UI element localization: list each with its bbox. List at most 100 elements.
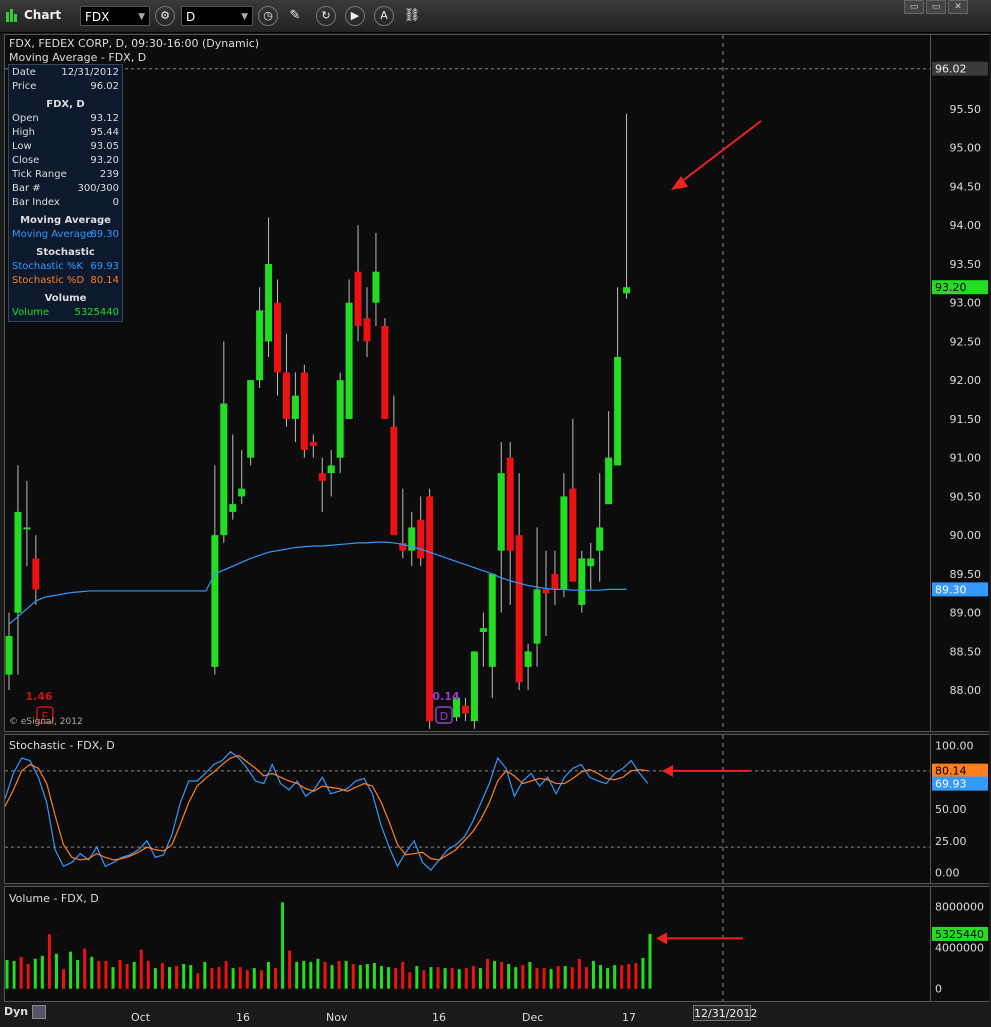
volume-bar bbox=[26, 964, 30, 989]
candle-body bbox=[596, 527, 604, 551]
volume-bar bbox=[274, 968, 278, 989]
x-tick-label: Nov bbox=[326, 1011, 348, 1024]
scale-lock-icon[interactable] bbox=[31, 1005, 46, 1019]
x-tick-label: 16 bbox=[236, 1011, 250, 1024]
maximize-window-button[interactable]: ▭ bbox=[926, 0, 946, 14]
stochastic-tick-label: 100.00 bbox=[935, 739, 974, 752]
volume-bar bbox=[132, 961, 136, 989]
dw-value: 95.44 bbox=[90, 127, 119, 138]
price-tick-label: 89.00 bbox=[950, 607, 982, 620]
candle-body bbox=[390, 426, 398, 536]
alert-icon[interactable]: A bbox=[374, 6, 394, 26]
dw-key: Tick Range bbox=[12, 169, 67, 180]
volume-bar bbox=[175, 966, 179, 989]
settings-gear-icon[interactable]: ⚙ bbox=[155, 6, 175, 26]
x-tick-label: 17 bbox=[622, 1011, 636, 1024]
draw-pencil-icon[interactable]: ✎ bbox=[286, 6, 304, 26]
volume-bar bbox=[478, 968, 482, 989]
volume-bar bbox=[203, 961, 207, 989]
volume-bar bbox=[231, 968, 235, 989]
candle-body bbox=[309, 442, 317, 447]
volume-bar bbox=[245, 970, 249, 989]
dw-key: Bar # bbox=[12, 183, 41, 194]
link-icon[interactable]: ⛓ bbox=[403, 6, 421, 26]
volume-bar bbox=[259, 970, 263, 989]
dw-stochd-row: Stochastic %D 80.14 bbox=[12, 275, 119, 289]
volume-bar bbox=[62, 969, 66, 989]
volume-axis: 0 4000000 8000000 5325440 bbox=[931, 886, 989, 1002]
volume-bar bbox=[351, 964, 355, 989]
candle-body bbox=[515, 535, 523, 683]
volume-bar bbox=[288, 950, 292, 989]
price-tick-label: 94.00 bbox=[950, 219, 982, 232]
clock-icon[interactable]: ◷ bbox=[258, 6, 278, 26]
close-window-button[interactable]: ✕ bbox=[948, 0, 968, 14]
volume-bar bbox=[210, 968, 214, 989]
dw-value: 300/300 bbox=[77, 183, 119, 194]
volume-bar bbox=[493, 960, 497, 989]
dw-high-row: High 95.44 bbox=[12, 127, 119, 141]
dw-key: Price bbox=[12, 81, 37, 92]
dw-key: Date bbox=[12, 67, 36, 78]
dw-header-stoch: Stochastic bbox=[36, 247, 95, 258]
volume-bar bbox=[620, 965, 624, 989]
dw-stochk-row: Stochastic %K 69.93 bbox=[12, 261, 119, 275]
dw-close-row: Close 93.20 bbox=[12, 155, 119, 169]
dw-ma-row: Moving Average 89.30 bbox=[12, 229, 119, 243]
interval-dropdown-icon[interactable]: ▼ bbox=[241, 7, 248, 27]
event-marker-letter: D bbox=[440, 710, 448, 723]
chart-toolbar: Chart FDX ▼ ⚙ D ▼ ◷ ✎ ↻ ▶ A ⛓ ▭ ▭ ✕ bbox=[0, 0, 991, 33]
dw-barnum-row: Bar # 300/300 bbox=[12, 183, 119, 197]
candle-body bbox=[274, 302, 281, 373]
x-tick-label: 16 bbox=[432, 1011, 446, 1024]
price-tick-label: 95.00 bbox=[950, 142, 982, 155]
symbol-dropdown-icon[interactable]: ▼ bbox=[138, 7, 145, 27]
volume-bar bbox=[238, 967, 242, 989]
candle-body bbox=[542, 589, 550, 594]
volume-bar bbox=[464, 968, 468, 989]
dw-key: Open bbox=[12, 113, 39, 124]
dw-key: Bar Index bbox=[12, 197, 60, 208]
volume-bar bbox=[97, 960, 101, 989]
moving-average-tag: 89.30 bbox=[935, 583, 967, 596]
candle-body bbox=[623, 287, 631, 294]
candle-body bbox=[14, 511, 22, 613]
volume-bar bbox=[549, 969, 553, 989]
volume-bar bbox=[641, 957, 645, 989]
refresh-icon[interactable]: ↻ bbox=[316, 6, 336, 26]
candle-body bbox=[372, 271, 380, 303]
volume-bar bbox=[118, 959, 122, 989]
dw-price-row: Price 96.02 bbox=[12, 81, 119, 95]
volume-bar bbox=[182, 964, 186, 989]
interval-input[interactable]: D ▼ bbox=[181, 6, 253, 26]
dw-date-row: Date 12/31/2012 bbox=[12, 67, 119, 81]
stochastic-panel[interactable]: Stochastic - FDX, D bbox=[4, 734, 931, 884]
candle-body bbox=[238, 488, 246, 497]
volume-panel[interactable]: Volume - FDX, D bbox=[4, 886, 931, 1002]
volume-tick-label: 0 bbox=[935, 983, 942, 996]
play-icon[interactable]: ▶ bbox=[345, 6, 365, 26]
volume-bar bbox=[591, 960, 595, 989]
symbol-value: FDX bbox=[85, 10, 110, 24]
symbol-input[interactable]: FDX ▼ bbox=[80, 6, 150, 26]
volume-bar bbox=[125, 964, 129, 989]
candle-body bbox=[265, 263, 273, 342]
volume-bar bbox=[542, 968, 546, 989]
candle-body bbox=[354, 271, 362, 326]
volume-bar bbox=[528, 961, 532, 989]
price-panel[interactable]: 1.46 E 0.14 D FDX, FEDEX CORP, D, 09:30-16:… bbox=[4, 34, 931, 732]
volume-bar bbox=[337, 960, 341, 989]
x-tick-label: Dec bbox=[522, 1011, 544, 1024]
dw-header-ma: Moving Average bbox=[20, 215, 111, 226]
price-tick-label: 93.00 bbox=[950, 297, 982, 310]
stochastic-axis: 0.0025.0050.0075.00100.0080.1469.93 bbox=[931, 734, 989, 884]
candle-body bbox=[488, 573, 496, 667]
dw-key: Stochastic %K bbox=[12, 261, 83, 272]
dynamic-scale-toggle[interactable]: Dyn bbox=[4, 1005, 46, 1019]
volume-bar bbox=[634, 963, 638, 989]
candle-body bbox=[327, 465, 335, 474]
volume-bar bbox=[224, 960, 228, 989]
volume-bar bbox=[90, 956, 94, 989]
restore-window-button[interactable]: ▭ bbox=[904, 0, 924, 14]
volume-bar bbox=[535, 968, 539, 989]
